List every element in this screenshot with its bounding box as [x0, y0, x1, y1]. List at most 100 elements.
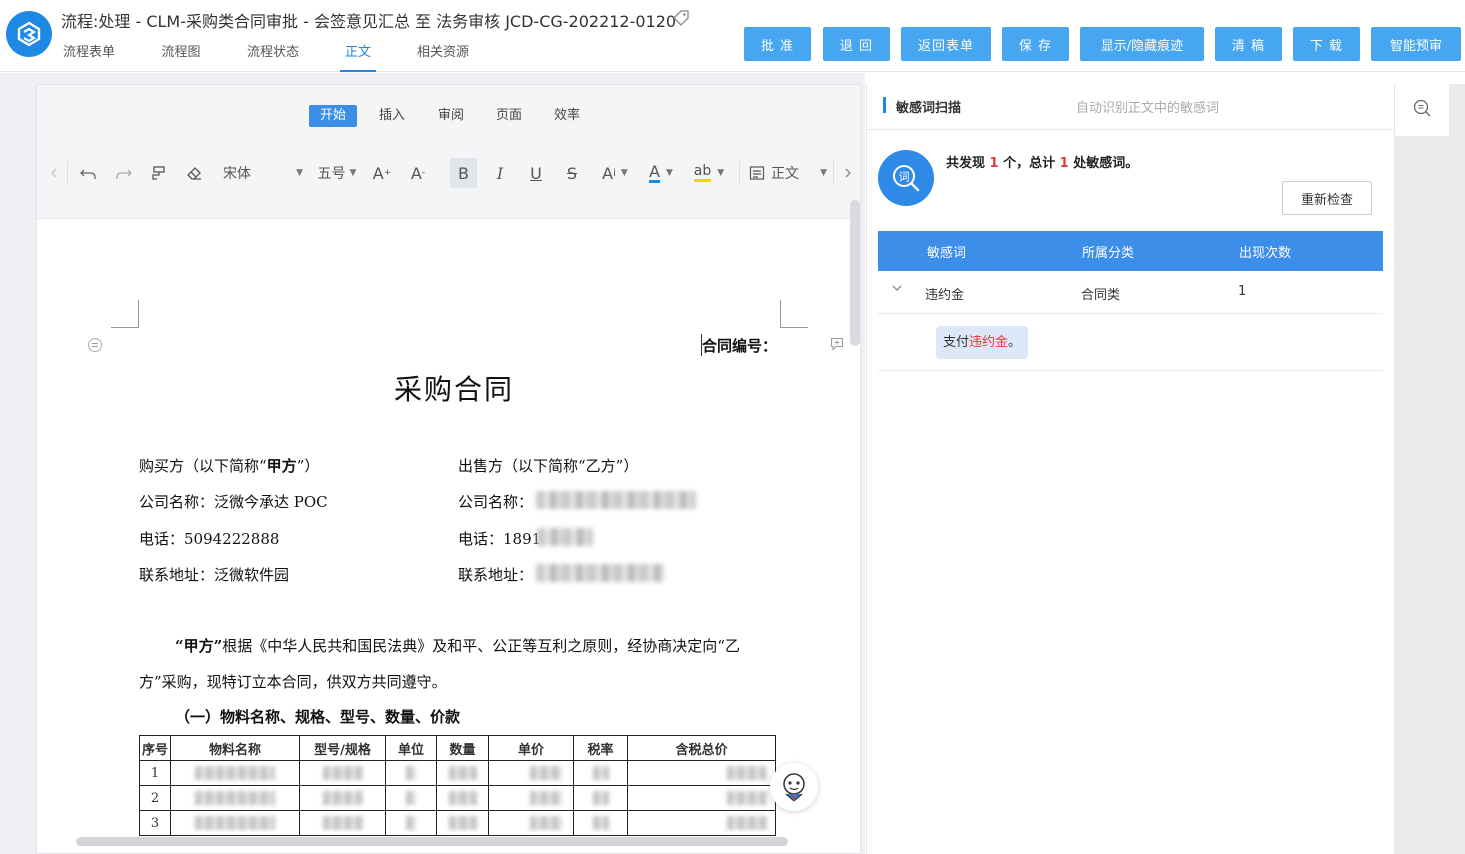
sensitive-word: 违约金: [925, 288, 965, 303]
font-color-icon[interactable]: A ▼: [643, 155, 679, 191]
contract-number-label: 合同编号：: [702, 337, 778, 355]
assistant-robot-icon[interactable]: [770, 763, 818, 811]
style-icon: [749, 166, 765, 180]
top-header: 流程:处理 - CLM-采购类合同审批 - 会签意见汇总 至 法务审核 JCD-…: [0, 0, 1465, 72]
sensitive-count: 1: [1238, 284, 1247, 299]
sensitive-table-header: 敏感词 所属分类 出现次数: [878, 231, 1383, 271]
reject-button[interactable]: 退 回: [823, 27, 890, 61]
context-snippet[interactable]: 支付违约金。: [936, 326, 1029, 359]
chevron-down-icon: ▼: [296, 168, 303, 178]
ribbon-tab-review[interactable]: 审阅: [427, 105, 475, 127]
found-count: 1: [989, 156, 999, 171]
italic-icon[interactable]: I: [487, 155, 513, 191]
svg-text:词: 词: [899, 171, 910, 184]
seller-heading: 出售方（以下简称“乙方”）: [458, 457, 639, 475]
increase-font-icon[interactable]: A +: [369, 155, 395, 191]
comment-add-icon[interactable]: [830, 337, 844, 355]
sensitive-word-panel: 敏感词扫描 自动识别正文中的敏感词 词 共发现 1 个，总计 1 处敏感词。 重…: [866, 84, 1394, 854]
tag-icon[interactable]: [672, 9, 690, 27]
col-header-category: 所属分类: [1082, 246, 1135, 261]
document-editor: 开始 插入 审阅 页面 效率 宋体 ▼ 五号 ▼ A + A - B I U S…: [36, 84, 861, 854]
toolbar-scroll-right-icon[interactable]: [841, 155, 855, 191]
buyer-address: 联系地址：泛微软件园: [139, 566, 290, 584]
ribbon-tab-insert[interactable]: 插入: [368, 105, 416, 127]
row-index: 2: [139, 785, 171, 811]
table-row[interactable]: 违约金 合同类 1: [878, 272, 1383, 314]
row-index: 1: [139, 760, 171, 786]
tab-related-resources[interactable]: 相关资源: [415, 44, 471, 72]
redo-icon[interactable]: [111, 155, 137, 191]
back-to-form-button[interactable]: 返回表单: [901, 27, 991, 61]
underline-icon[interactable]: U: [523, 155, 549, 191]
font-size-value: 五号: [317, 166, 346, 182]
tab-flow-form[interactable]: 流程表单: [61, 44, 117, 72]
col-header-tax-rate: 税率: [573, 735, 628, 761]
format-painter-icon[interactable]: [145, 155, 171, 191]
page-title: 流程:处理 - CLM-采购类合同审批 - 会签意见汇总 至 法务审核 JCD-…: [61, 12, 677, 31]
panel-subtitle: 自动识别正文中的敏感词: [1076, 101, 1220, 116]
word-scan-icon: 词: [878, 150, 934, 206]
col-header-word: 敏感词: [927, 246, 967, 261]
chevron-down-icon: ▼: [349, 168, 357, 178]
seller-address-label: 联系地址：: [458, 566, 534, 584]
ribbon-tab-page[interactable]: 页面: [485, 105, 533, 127]
col-header-index: 序号: [139, 735, 171, 761]
scan-summary: 共发现 1 个，总计 1 处敏感词。: [946, 156, 1139, 171]
font-family-select[interactable]: 宋体 ▼: [223, 155, 303, 191]
col-header-material: 物料名称: [170, 735, 300, 761]
sensitive-scan-toggle-icon[interactable]: [1412, 98, 1432, 122]
total-count: 1: [1059, 156, 1069, 171]
seller-phone-label: 电话：1891: [458, 530, 542, 548]
smart-review-button[interactable]: 智能预审: [1371, 27, 1461, 61]
table-row: 3: [139, 810, 776, 836]
paragraph-menu-icon[interactable]: [88, 338, 102, 352]
editor-horizontal-scrollbar[interactable]: [76, 837, 788, 846]
clean-draft-button[interactable]: 清 稿: [1215, 27, 1282, 61]
app-logo-icon: [6, 11, 52, 57]
font-size-select[interactable]: 五号 ▼: [315, 155, 359, 191]
tab-flow-status[interactable]: 流程状态: [245, 44, 301, 72]
col-header-model: 型号/规格: [299, 735, 386, 761]
right-gutter-top: [1449, 84, 1465, 136]
right-gutter: [1394, 136, 1465, 854]
decrease-font-icon[interactable]: A-: [405, 155, 431, 191]
ribbon-tab-home[interactable]: 开始: [309, 105, 358, 127]
download-button[interactable]: 下 载: [1293, 27, 1360, 61]
recheck-button[interactable]: 重新检查: [1282, 181, 1372, 215]
highlight-color-icon[interactable]: ab ▼: [691, 155, 727, 191]
toggle-traces-button[interactable]: 显示/隐藏痕迹: [1080, 27, 1204, 61]
font-effect-icon[interactable]: Ai ▼: [597, 155, 633, 191]
table-header-row: 序号 物料名称 型号/规格 单位 数量 单价 税率 含税总价: [139, 735, 776, 761]
buyer-phone: 电话：5094222888: [139, 530, 280, 548]
save-button[interactable]: 保 存: [1002, 27, 1069, 61]
approve-button[interactable]: 批 准: [744, 27, 811, 61]
buyer-heading: 购买方（以下简称“甲方”）: [139, 457, 320, 475]
font-family-value: 宋体: [223, 166, 251, 182]
row-index: 3: [139, 810, 171, 836]
preamble-line-2: 方”采购，现特订立本合同，供双方共同遵守。: [139, 673, 447, 691]
toolbar-divider: [739, 161, 740, 185]
undo-icon[interactable]: [75, 155, 101, 191]
margin-corner-right: [780, 300, 808, 328]
col-header-total: 含税总价: [627, 735, 776, 761]
col-header-quantity: 数量: [436, 735, 489, 761]
redacted-seller-phone: [537, 528, 593, 546]
eraser-icon[interactable]: [181, 155, 207, 191]
toolbar-divider: [67, 161, 68, 185]
contract-title: 采购合同: [394, 373, 515, 406]
tab-body-text[interactable]: 正文: [340, 44, 376, 72]
preamble-line-1: “甲方”根据《中华人民共和国民法典》及和平、公正等互利之原则，经协商决定向“乙: [175, 637, 740, 655]
buyer-company: 公司名称：泛微今承达 POC: [139, 493, 328, 511]
chevron-down-icon: ▼: [820, 168, 827, 178]
toolbar-scroll-left-icon[interactable]: [47, 155, 61, 191]
toolbar-divider: [833, 161, 834, 185]
chevron-down-icon[interactable]: [891, 282, 903, 298]
bold-icon[interactable]: B: [450, 158, 477, 188]
table-row: 1: [139, 760, 776, 786]
tab-flow-chart[interactable]: 流程图: [160, 44, 202, 72]
side-toolbar: [1394, 84, 1449, 136]
editor-vertical-scrollbar[interactable]: [850, 200, 860, 346]
strikethrough-icon[interactable]: S: [559, 155, 585, 191]
paragraph-style-select[interactable]: 正文 ▼: [749, 155, 827, 191]
ribbon-tab-efficiency[interactable]: 效率: [543, 105, 591, 127]
